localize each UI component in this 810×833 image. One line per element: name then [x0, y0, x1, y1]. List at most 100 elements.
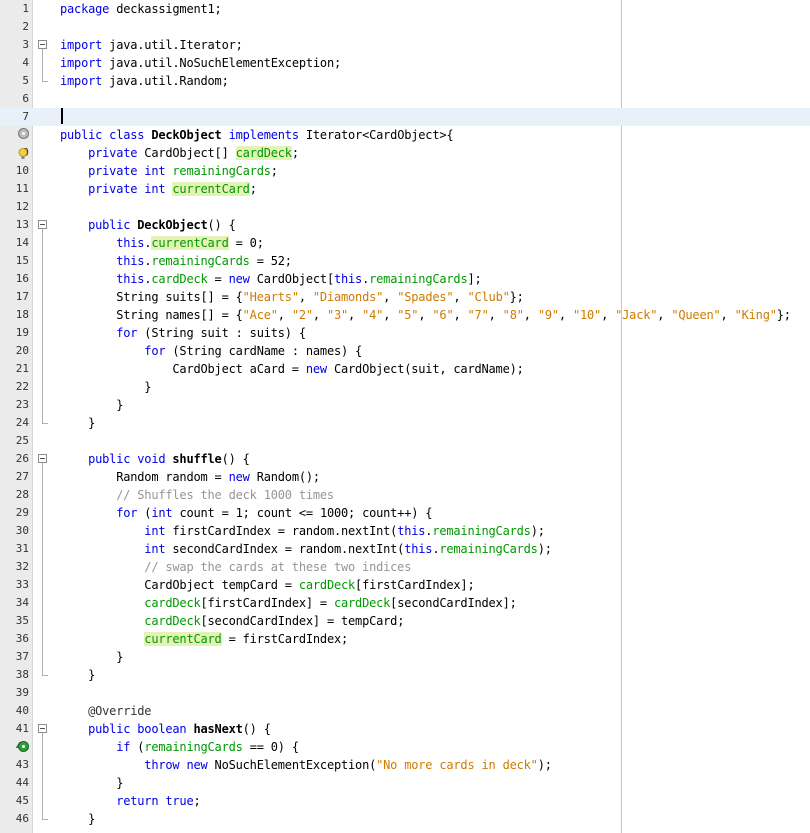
code-text: public void shuffle() {: [60, 450, 250, 468]
code-line[interactable]: 13 public DeckObject() {: [0, 216, 810, 234]
code-line[interactable]: 14 this.currentCard = 0;: [0, 234, 810, 252]
line-number: 36: [15, 632, 29, 645]
code-token: "Ace": [242, 308, 278, 322]
code-line[interactable]: 10 private int remainingCards;: [0, 162, 810, 180]
code-token: shuffle: [172, 452, 222, 466]
code-line[interactable]: 28 // Shuffles the deck 1000 times: [0, 486, 810, 504]
code-token: );: [537, 542, 552, 556]
code-token: this: [60, 236, 145, 250]
line-number: 2: [22, 20, 29, 33]
code-line[interactable]: 11 private int currentCard;: [0, 180, 810, 198]
code-line[interactable]: 46 }: [0, 810, 810, 828]
code-token: "Club": [467, 290, 510, 304]
code-text: this.remainingCards = 52;: [60, 252, 292, 270]
code-line[interactable]: 15 this.remainingCards = 52;: [0, 252, 810, 270]
code-line[interactable]: 25: [0, 432, 810, 450]
code-line[interactable]: 4 import java.util.NoSuchElementException…: [0, 54, 810, 72]
code-line[interactable]: 16 this.cardDeck = new CardObject[this.r…: [0, 270, 810, 288]
code-token: "Hearts": [242, 290, 299, 304]
code-line[interactable]: 37 }: [0, 648, 810, 666]
code-token: };: [509, 290, 524, 304]
code-line[interactable]: 45 return true;: [0, 792, 810, 810]
code-line[interactable]: 43 throw new NoSuchElementException("No …: [0, 756, 810, 774]
fold-end-marker: [42, 819, 48, 820]
code-token: ;: [291, 146, 299, 160]
code-token: == 0) {: [242, 740, 299, 754]
code-line[interactable]: 29 for (int count = 1; count <= 1000; co…: [0, 504, 810, 522]
code-line[interactable]: 44 }: [0, 774, 810, 792]
code-line[interactable]: 42 if (remainingCards == 0) {: [0, 738, 810, 756]
code-token: "No more cards in deck": [376, 758, 538, 772]
code-line[interactable]: 41 public boolean hasNext() {: [0, 720, 810, 738]
code-line[interactable]: 7: [0, 108, 810, 126]
code-line[interactable]: 8public class DeckObject implements Iter…: [0, 126, 810, 144]
code-line[interactable]: 30 int firstCardIndex = random.nextInt(t…: [0, 522, 810, 540]
code-token: ,: [277, 308, 292, 322]
code-token: }: [60, 398, 124, 412]
code-line[interactable]: 34 cardDeck[firstCardIndex] = cardDeck[s…: [0, 594, 810, 612]
code-line[interactable]: 18 String names[] = {"Ace", "2", "3", "4…: [0, 306, 810, 324]
fold-toggle-icon[interactable]: [38, 724, 47, 733]
line-number: 16: [15, 272, 29, 285]
code-line[interactable]: 9 private CardObject[] cardDeck;: [0, 144, 810, 162]
code-line[interactable]: 32 // swap the cards at these two indice…: [0, 558, 810, 576]
code-line[interactable]: 21 CardObject aCard = new CardObject(sui…: [0, 360, 810, 378]
code-line[interactable]: 19 for (String suit : suits) {: [0, 324, 810, 342]
code-line[interactable]: 31 int secondCardIndex = random.nextInt(…: [0, 540, 810, 558]
code-line[interactable]: 23 }: [0, 396, 810, 414]
code-token: int: [60, 542, 166, 556]
code-token: int: [60, 524, 166, 538]
code-text: private int currentCard;: [60, 180, 257, 198]
code-line[interactable]: 36 currentCard = firstCardIndex;: [0, 630, 810, 648]
code-line[interactable]: 17 String suits[] = {"Hearts", "Diamonds…: [0, 288, 810, 306]
code-text: }: [60, 810, 95, 828]
code-line[interactable]: 38 }: [0, 666, 810, 684]
code-line[interactable]: 1 package deckassigment1;: [0, 0, 810, 18]
code-text: private int remainingCards;: [60, 162, 278, 180]
fold-toggle-icon[interactable]: [38, 454, 47, 463]
code-line[interactable]: 24 }: [0, 414, 810, 432]
code-line[interactable]: 3 import java.util.Iterator;: [0, 36, 810, 54]
code-token: new: [228, 272, 250, 286]
code-token: () {: [221, 452, 250, 466]
code-line[interactable]: 5 import java.util.Random;: [0, 72, 810, 90]
code-token: ,: [453, 290, 468, 304]
code-line[interactable]: 20 for (String cardName : names) {: [0, 342, 810, 360]
code-token: DeckObject: [137, 218, 208, 232]
implements-icon[interactable]: [18, 128, 29, 139]
code-text: for (String cardName : names) {: [60, 342, 362, 360]
code-token: CardObject aCard =: [60, 362, 306, 376]
fold-toggle-icon[interactable]: [38, 220, 47, 229]
code-text: int firstCardIndex = random.nextInt(this…: [60, 522, 545, 540]
code-line[interactable]: 12: [0, 198, 810, 216]
code-token: import: [60, 74, 103, 88]
fold-end-marker: [42, 81, 48, 82]
code-token: throw new: [60, 758, 208, 772]
code-line[interactable]: 27 Random random = new Random();: [0, 468, 810, 486]
code-line[interactable]: 35 cardDeck[secondCardIndex] = tempCard;: [0, 612, 810, 630]
code-editor[interactable]: 1 package deckassigment1; 2 3 import java.ut…: [0, 0, 810, 833]
code-line[interactable]: 33 CardObject tempCard = cardDeck[firstC…: [0, 576, 810, 594]
code-line[interactable]: 22 }: [0, 378, 810, 396]
code-line[interactable]: 6: [0, 90, 810, 108]
code-token: package: [60, 2, 110, 16]
line-number: 22: [15, 380, 29, 393]
code-token: }: [60, 416, 96, 430]
code-line[interactable]: 40 @Override: [0, 702, 810, 720]
fold-toggle-icon[interactable]: [38, 40, 47, 49]
code-token: ,: [488, 308, 503, 322]
code-text: if (remainingCards == 0) {: [60, 738, 299, 756]
code-line[interactable]: 39: [0, 684, 810, 702]
line-number: 15: [15, 254, 29, 267]
code-token: currentCard: [144, 632, 222, 646]
code-token: "9": [537, 308, 559, 322]
code-line[interactable]: 26 public void shuffle() {: [0, 450, 810, 468]
code-line[interactable]: 2: [0, 18, 810, 36]
warning-bulb-icon[interactable]: [18, 145, 29, 159]
code-token: remainingCards: [369, 272, 468, 286]
code-token: return true: [60, 794, 194, 808]
code-token: if: [60, 740, 131, 754]
override-icon[interactable]: [18, 741, 29, 752]
fold-guide: [42, 229, 43, 423]
code-token: () {: [207, 218, 236, 232]
